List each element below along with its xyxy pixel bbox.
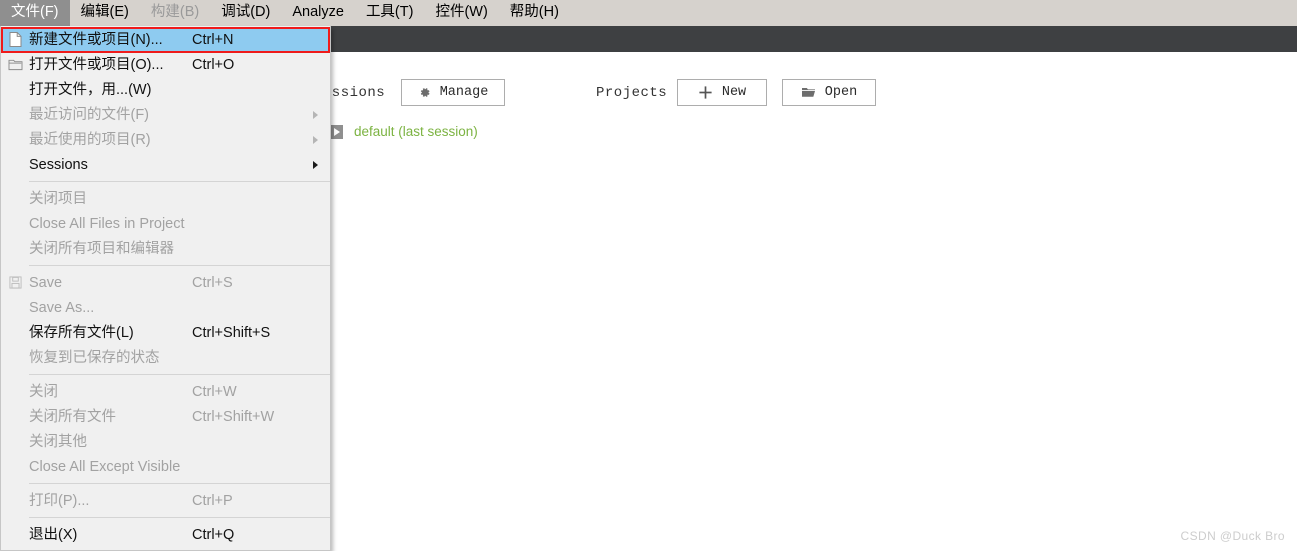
save-icon (1, 276, 29, 289)
projects-heading: Projects (596, 85, 668, 101)
submenu-arrow-icon (313, 110, 318, 119)
menu-item-close: 关闭 Ctrl+W (1, 379, 330, 404)
menu-item-save-all[interactable]: 保存所有文件(L) Ctrl+Shift+S (1, 320, 330, 345)
menu-item-label: Close All Except Visible (29, 458, 181, 475)
file-menu-popup: 新建文件或项目(N)... Ctrl+N 打开文件或项目(O)... Ctrl+… (0, 26, 331, 551)
menu-item-label: 打开文件或项目(O)... (29, 56, 164, 73)
menubar-item-build: 构建(B) (150, 4, 200, 20)
gear-icon (418, 86, 431, 99)
menu-item-label: 关闭其他 (29, 433, 87, 450)
menubar-item-file[interactable]: 文件(F) (0, 0, 70, 26)
menu-item-label: Save (29, 274, 63, 291)
menu-bar: 文件(F) 编辑(E) 构建(B) 调试(D) Analyze 工具(T) 控件… (0, 0, 1297, 26)
menu-item-shortcut: Ctrl+Q (192, 526, 235, 543)
menu-separator (29, 181, 330, 182)
menu-item-exit[interactable]: 退出(X) Ctrl+Q (1, 522, 330, 547)
menu-item-label: 关闭所有项目和编辑器 (29, 240, 174, 257)
menu-item-label: 保存所有文件(L) (29, 324, 134, 341)
menu-item-open-file-with[interactable]: 打开文件，用...(W) (1, 77, 330, 102)
menu-item-label: 关闭所有文件 (29, 408, 116, 425)
menu-item-shortcut: Ctrl+N (192, 31, 234, 48)
menu-item-save-as: Save As... (1, 295, 330, 320)
menu-item-close-others: 关闭其他 (1, 429, 330, 454)
plus-icon (698, 85, 713, 100)
menu-item-label: Sessions (29, 156, 88, 173)
welcome-page: Sessions Manage Projects New Open defaul… (291, 52, 1297, 551)
new-file-icon (1, 32, 29, 47)
new-project-button[interactable]: New (677, 79, 767, 106)
menubar-item-debug[interactable]: 调试(D) (210, 0, 281, 26)
menubar-item-widgets[interactable]: 控件(W) (424, 0, 498, 26)
watermark-text: CSDN @Duck Bro (1180, 529, 1285, 543)
menu-item-close-all-files-in-project: Close All Files in Project (1, 211, 330, 236)
menubar-item-tools[interactable]: 工具(T) (355, 0, 425, 26)
session-name-label[interactable]: default (last session) (354, 124, 478, 139)
menu-item-new-file-or-project[interactable]: 新建文件或项目(N)... Ctrl+N (1, 27, 330, 52)
menu-item-open-file-or-project[interactable]: 打开文件或项目(O)... Ctrl+O (1, 52, 330, 77)
menu-separator (29, 483, 330, 484)
menu-item-shortcut: Ctrl+Shift+W (192, 408, 275, 425)
manage-button-label: Manage (439, 85, 489, 100)
open-project-button[interactable]: Open (782, 79, 876, 106)
menu-item-close-all-projects-and-editors: 关闭所有项目和编辑器 (1, 236, 330, 261)
manage-sessions-button[interactable]: Manage (401, 79, 505, 106)
menu-item-recent-files: 最近访问的文件(F) (1, 102, 330, 127)
menu-item-print: 打印(P)... Ctrl+P (1, 488, 330, 513)
submenu-arrow-icon (313, 160, 318, 169)
menu-item-label: 最近访问的文件(F) (29, 106, 150, 123)
menu-item-label: 恢复到已保存的状态 (29, 349, 160, 366)
open-folder-icon (1, 58, 29, 71)
menu-item-label: 打印(P)... (29, 492, 90, 509)
menu-item-label: 关闭项目 (29, 190, 87, 207)
menubar-item-analyze[interactable]: Analyze (281, 0, 355, 26)
menubar-item-help[interactable]: 帮助(H) (499, 0, 570, 26)
run-session-icon[interactable] (329, 124, 343, 139)
menu-item-label: Save As... (29, 299, 95, 316)
menu-item-label: Close All Files in Project (29, 215, 185, 232)
menu-item-label: 打开文件，用...(W) (29, 81, 152, 98)
menu-item-save: Save Ctrl+S (1, 270, 330, 295)
menu-item-shortcut: Ctrl+S (192, 274, 233, 291)
menu-item-revert-to-saved: 恢复到已保存的状态 (1, 345, 330, 370)
menu-item-label: 退出(X) (29, 526, 78, 543)
open-button-label: Open (824, 85, 858, 100)
menu-separator (29, 517, 330, 518)
menu-item-shortcut: Ctrl+W (192, 383, 237, 400)
menu-separator (29, 265, 330, 266)
menu-item-shortcut: Ctrl+O (192, 56, 235, 73)
menu-item-close-all-except-visible: Close All Except Visible (1, 454, 330, 479)
application-window: Sessions Manage Projects New Open defaul… (0, 0, 1297, 551)
session-list-item[interactable]: default (last session) (329, 124, 478, 139)
open-folder-icon (801, 86, 816, 99)
menu-item-close-all-files: 关闭所有文件 Ctrl+Shift+W (1, 404, 330, 429)
menu-item-label: 关闭 (29, 383, 58, 400)
menubar-item-edit[interactable]: 编辑(E) (70, 0, 140, 26)
menu-item-close-project: 关闭项目 (1, 186, 330, 211)
menu-item-shortcut: Ctrl+Shift+S (192, 324, 271, 341)
menu-item-shortcut: Ctrl+P (192, 492, 233, 509)
submenu-arrow-icon (313, 135, 318, 144)
menu-item-sessions[interactable]: Sessions (1, 152, 330, 177)
menu-separator (29, 374, 330, 375)
menu-item-recent-projects: 最近使用的项目(R) (1, 127, 330, 152)
menu-item-label: 最近使用的项目(R) (29, 131, 151, 148)
menu-item-label: 新建文件或项目(N)... (29, 31, 163, 48)
new-button-label: New (721, 85, 747, 100)
